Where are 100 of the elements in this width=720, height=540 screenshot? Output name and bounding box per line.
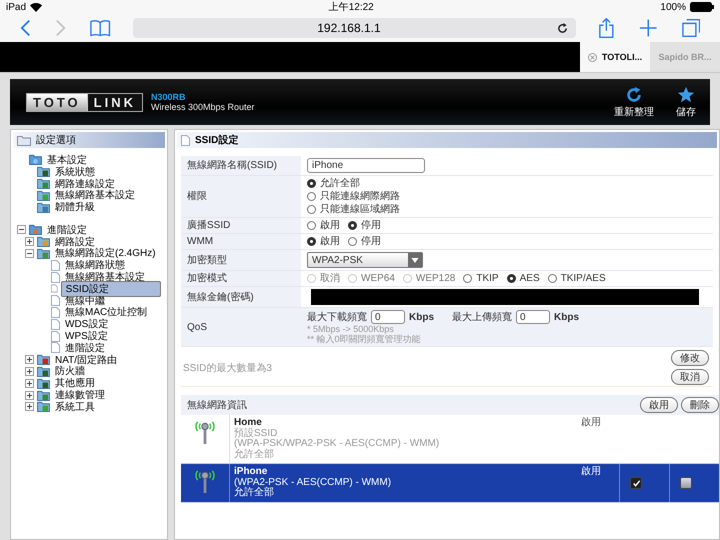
radio-label: 取消 — [320, 273, 340, 284]
close-icon[interactable] — [588, 52, 597, 62]
tree-item[interactable]: 網路設定 — [53, 234, 97, 249]
radio-label: 啟用 — [320, 236, 340, 247]
tree-item[interactable]: 網路連線設定 — [53, 176, 117, 190]
encryption-dropdown[interactable]: WPA2-PSK — [307, 252, 423, 268]
ssid-detail: (WPA-PSK/WPA2-PSK - AES(CCMP) - WMM) — [234, 439, 440, 449]
bookmarks-icon[interactable] — [90, 19, 111, 37]
expander[interactable] — [25, 248, 34, 258]
tree-item[interactable]: WPS設定 — [63, 329, 110, 344]
form-button[interactable]: 取消 — [671, 369, 709, 385]
ssid-detail: 預設SSID — [234, 428, 278, 438]
star-icon — [677, 86, 695, 104]
tree-item[interactable]: 無線網路設定(2.4GHz) — [53, 246, 158, 260]
tree-item[interactable]: 進階設定 — [45, 222, 89, 237]
share-icon[interactable] — [598, 17, 615, 39]
tree-item[interactable]: 無線網路基本設定 — [53, 188, 137, 202]
model-name: N300RB — [150, 92, 186, 102]
settings-folder-icon — [37, 390, 50, 401]
radio-label: 只能連線區域網路 — [320, 204, 400, 215]
upload-input[interactable]: 0 — [516, 310, 550, 324]
header-action[interactable]: 儲存 — [676, 86, 696, 118]
tree-item[interactable]: 連線數管理 — [53, 388, 107, 402]
device-name: iPad — [6, 2, 26, 12]
tree-item[interactable]: SSID設定 — [60, 280, 161, 297]
tree-item[interactable]: 系統工具 — [53, 400, 97, 414]
wifi-icon — [30, 2, 42, 12]
field-label: 最大下載頻寬 — [307, 312, 367, 322]
section-title: 無線網路資訊 — [187, 398, 247, 412]
field-label: 最大上傳頻寬 — [452, 312, 512, 322]
tree-item[interactable]: 無線網路狀態 — [63, 258, 127, 272]
back-icon[interactable] — [20, 18, 32, 38]
form-button[interactable]: 修改 — [671, 350, 709, 366]
tree-item[interactable]: 無線MAC位址控制 — [63, 305, 150, 320]
antenna-icon — [193, 419, 217, 445]
radio-button[interactable] — [348, 221, 357, 230]
radio-button[interactable] — [348, 237, 357, 246]
radio-button[interactable] — [307, 237, 316, 246]
radio-label: AES — [520, 273, 540, 284]
document-icon — [51, 318, 60, 330]
ssid-detail: (WPA2-PSK - AES(CCMP) - WMM) — [234, 478, 392, 488]
browser-tab[interactable]: TOTOLI... — [580, 42, 650, 72]
tree-item[interactable]: 基本設定 — [45, 152, 89, 167]
field-label: 廣播SSID — [187, 220, 230, 231]
document-icon — [51, 342, 60, 354]
settings-folder-icon — [37, 202, 50, 213]
refresh-icon — [625, 86, 643, 104]
list-button[interactable]: 啟用 — [640, 397, 678, 413]
expander[interactable] — [25, 378, 34, 388]
radio-button[interactable] — [307, 221, 316, 230]
tree-item[interactable]: 防火牆 — [53, 364, 87, 378]
settings-folder-icon — [37, 354, 50, 366]
radio-label: WEP64 — [361, 273, 395, 284]
field-label: WMM — [187, 236, 214, 247]
header-action[interactable]: 重新整理 — [614, 86, 654, 118]
expander[interactable] — [25, 366, 34, 376]
field-label: 權限 — [187, 191, 207, 202]
settings-folder-icon — [37, 236, 50, 248]
delete-checkbox[interactable] — [680, 477, 692, 489]
radio-label: TKIP/AES — [560, 273, 606, 284]
ssid-status: 啟用 — [581, 416, 602, 430]
tree-item[interactable]: 進階設定 — [63, 340, 107, 355]
tree-item[interactable]: 其他應用 — [53, 376, 97, 390]
settings-folder-icon — [37, 366, 50, 377]
reload-icon[interactable] — [557, 22, 568, 34]
radio-button[interactable] — [506, 274, 516, 283]
tree-item[interactable]: NAT/固定路由 — [53, 352, 120, 367]
field-label: 加密模式 — [187, 273, 227, 284]
tree-item[interactable]: 系統狀態 — [53, 164, 97, 179]
add-icon[interactable] — [638, 18, 658, 38]
radio-button[interactable] — [548, 274, 557, 283]
radio-button[interactable] — [307, 205, 316, 214]
expander[interactable] — [25, 390, 34, 400]
ssid-input[interactable]: iPhone — [307, 158, 425, 173]
radio-button[interactable] — [463, 274, 472, 283]
radio-label: TKIP — [476, 273, 499, 284]
field-label: 無線網路名稱(SSID) — [187, 160, 277, 171]
address-bar[interactable]: 192.168.1.1 — [132, 18, 576, 38]
document-icon — [51, 330, 60, 342]
tabs-icon[interactable] — [682, 18, 700, 38]
radio-button[interactable] — [307, 192, 316, 201]
hint-text: * 5Mbps -> 5000Kbps — [307, 324, 395, 334]
ssid-name: Home — [234, 418, 263, 428]
panel-title: SSID設定 — [195, 133, 238, 147]
list-button[interactable]: 刪除 — [681, 397, 719, 413]
expander[interactable] — [17, 225, 26, 234]
unit-label: Kbps — [554, 312, 579, 322]
enable-checkbox[interactable] — [630, 477, 642, 489]
tree-item[interactable]: 韌體升級 — [53, 200, 97, 214]
radio-button[interactable] — [307, 179, 316, 188]
ssid-row[interactable]: iPhone (WPA2-PSK - AES(CCMP) - WMM) 允許全部 啟用 — [181, 464, 719, 502]
panel-title: 設定選項 — [36, 134, 76, 147]
ssid-status: 啟用 — [581, 465, 602, 479]
radio-label: 只能連線網際網路 — [320, 191, 400, 202]
tree-item[interactable]: WDS設定 — [63, 317, 110, 332]
expander[interactable] — [25, 237, 34, 246]
download-input[interactable]: 0 — [371, 310, 405, 324]
expander[interactable] — [25, 402, 34, 412]
settings-folder-icon — [37, 178, 50, 189]
expander[interactable] — [25, 355, 34, 364]
